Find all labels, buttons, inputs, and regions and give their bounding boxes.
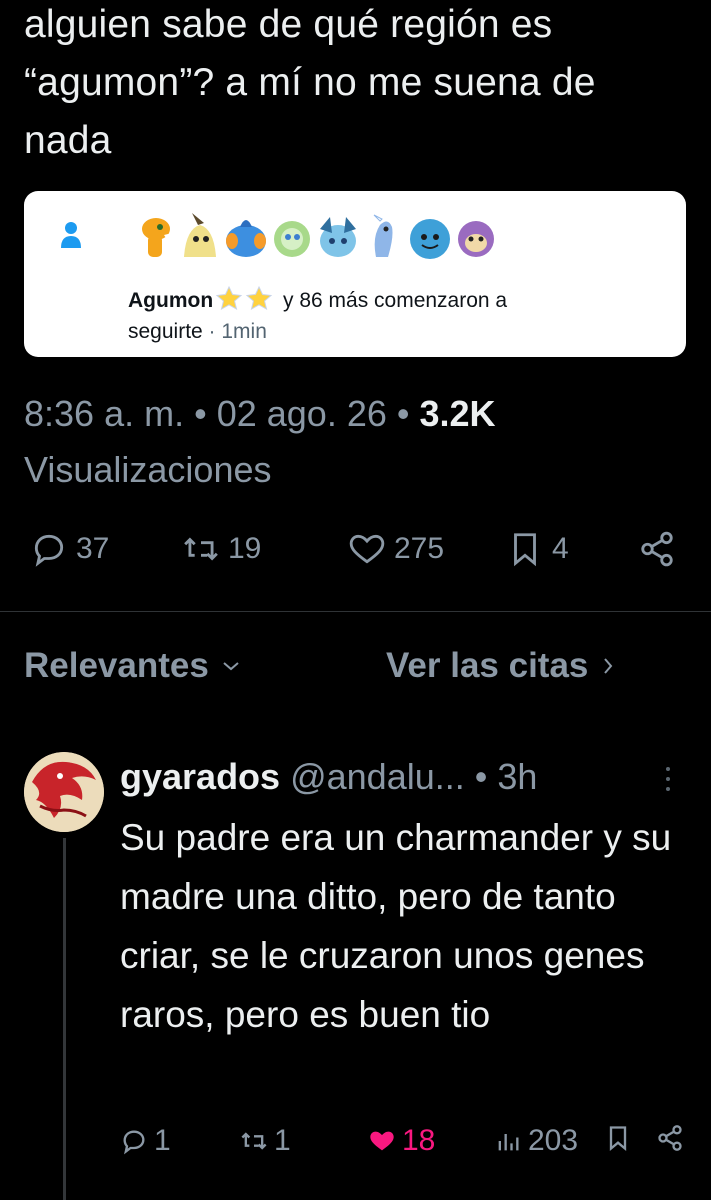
- reply-header: gyarados @andalu... • 3h: [120, 756, 538, 797]
- heart-icon: [349, 534, 385, 564]
- chevron-down-icon: [223, 662, 239, 671]
- reply-count: 37: [76, 532, 110, 565]
- person-icon: [61, 222, 81, 248]
- reply-reply-count: 1: [154, 1124, 171, 1157]
- notification-time: · 1min: [202, 320, 267, 343]
- wooper-avatar: [404, 211, 456, 263]
- replies-tabs: Relevantes Ver las citas: [0, 646, 711, 696]
- notification-rest: y 86 más comenzaron a: [277, 289, 508, 312]
- like-count: 275: [394, 532, 445, 565]
- notification-rest2: seguirte: [128, 320, 203, 343]
- reply-time[interactable]: 3h: [497, 756, 537, 797]
- glaceon-avatar: [312, 211, 364, 263]
- reply-icon: [123, 1130, 145, 1155]
- tweet-actions: 37 19 275 4: [0, 520, 711, 590]
- celebi-avatar: [266, 211, 318, 263]
- views-label: Visualizaciones: [24, 449, 272, 490]
- reply-share-button[interactable]: [656, 1124, 690, 1152]
- aipom-avatar: [450, 211, 502, 263]
- mudkip-avatar: [220, 211, 272, 263]
- share-icon: [658, 1125, 682, 1151]
- notification-name: Agumon: [128, 289, 214, 312]
- share-button[interactable]: [638, 530, 684, 568]
- reply-repost-count: 1: [274, 1124, 291, 1157]
- tweet-meta: 8:36 a. m. • 02 ago. 26 • 3.2K Visualiza…: [24, 393, 496, 490]
- tab-quotes[interactable]: Ver las citas: [386, 646, 616, 686]
- views-count: 3.2K: [419, 393, 496, 434]
- notification-card: Agumon y 86 más comenzaron a seguirte · …: [24, 191, 686, 357]
- reply-reply-button[interactable]: 1: [120, 1124, 171, 1158]
- repost-icon: [241, 1132, 267, 1150]
- tweet-time[interactable]: 8:36 a. m.: [24, 393, 184, 434]
- bookmark-count: 4: [552, 532, 569, 565]
- tweet-text: alguien sabe de qué región es “agumon”? …: [24, 3, 596, 162]
- views-icon: [498, 1134, 519, 1151]
- reply-button[interactable]: 37: [30, 530, 109, 568]
- mimikyu-avatar: [174, 211, 226, 263]
- reply-text: Su padre era un charmander y su madre un…: [120, 817, 672, 1035]
- more-options-icon[interactable]: [662, 764, 674, 794]
- notification-text: Agumon y 86 más comenzaron a seguirte · …: [128, 285, 648, 347]
- tab-relevant-label: Relevantes: [24, 646, 209, 685]
- heart-filled-icon: [370, 1131, 394, 1151]
- bookmark-button[interactable]: 4: [506, 530, 569, 568]
- share-icon: [641, 531, 673, 567]
- repost-button[interactable]: 19: [182, 530, 261, 568]
- reply-views-button[interactable]: 203: [494, 1124, 578, 1158]
- bookmark-icon: [514, 533, 536, 567]
- reply-actions: 1 1 18 203: [0, 1118, 711, 1168]
- repost-icon: [184, 537, 218, 561]
- chevron-right-icon: [604, 658, 613, 674]
- tab-quotes-label: Ver las citas: [386, 646, 589, 685]
- repost-count: 19: [228, 532, 262, 565]
- reply-icon: [34, 534, 64, 567]
- reply-author-name[interactable]: gyarados: [120, 756, 280, 797]
- reply-views-count: 203: [528, 1124, 579, 1157]
- tab-relevant[interactable]: Relevantes: [24, 646, 241, 686]
- divider: [0, 611, 711, 612]
- reply-author-handle[interactable]: @andalu...: [290, 756, 465, 797]
- like-button[interactable]: 275: [348, 530, 444, 568]
- reply-bookmark-button[interactable]: [604, 1124, 638, 1152]
- stars-icon: [215, 285, 273, 311]
- reply-like-count: 18: [402, 1124, 436, 1157]
- reply-avatar[interactable]: [24, 752, 104, 832]
- bookmark-icon: [609, 1126, 627, 1151]
- tweet-date[interactable]: 02 ago. 26: [217, 393, 387, 434]
- dratini-avatar: [358, 211, 410, 263]
- reply-like-button[interactable]: 18: [368, 1124, 435, 1158]
- reply-repost-button[interactable]: 1: [240, 1124, 291, 1158]
- agumon-avatar: [128, 211, 180, 263]
